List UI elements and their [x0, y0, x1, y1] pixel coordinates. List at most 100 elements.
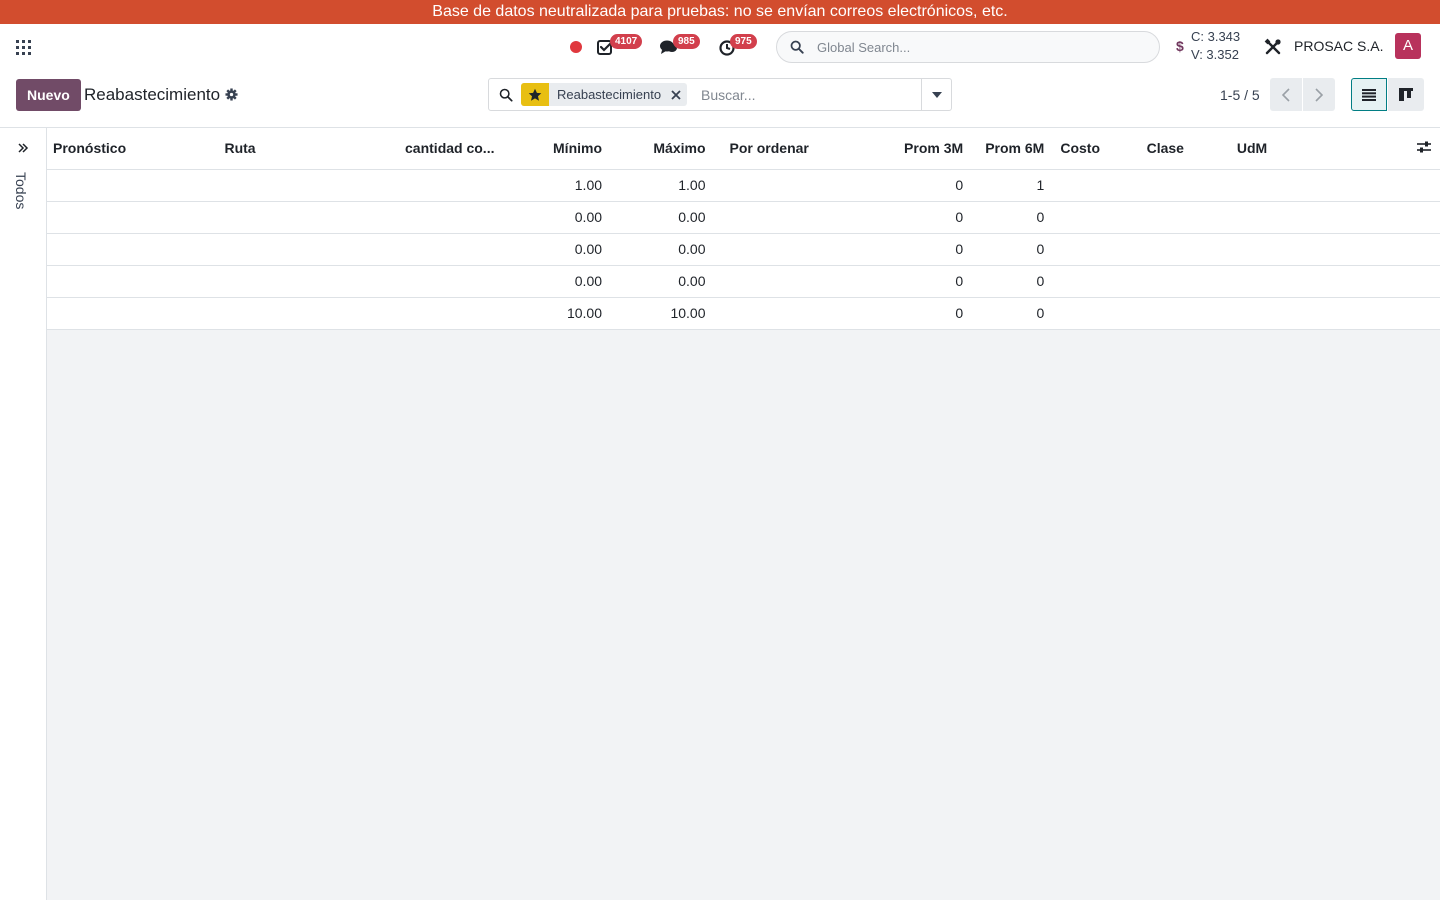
- tools-icon[interactable]: [1264, 38, 1282, 56]
- column-header-ruta[interactable]: Ruta: [218, 128, 347, 170]
- rate-buy: C: 3.343: [1191, 29, 1241, 44]
- cell-clase: [1140, 233, 1231, 266]
- cell-ruta: [218, 233, 347, 266]
- control-panel: Nuevo Reabastecimiento Reabastecimiento: [0, 70, 1440, 128]
- cell-prom-3m: 0: [817, 201, 970, 234]
- neutralized-db-banner: Base de datos neutralizada para pruebas:…: [0, 0, 1440, 24]
- timers-badge: 975: [730, 34, 757, 49]
- cell-prom-3m: 0: [817, 265, 970, 298]
- cell-pronostico: [47, 201, 219, 234]
- list-view-icon[interactable]: [1351, 78, 1387, 111]
- cell-maximo: 0.00: [608, 201, 712, 234]
- table-row[interactable]: 0.00 0.00 0 0: [47, 201, 1440, 234]
- column-header-clase[interactable]: Clase: [1140, 128, 1231, 170]
- cell-pronostico: [47, 265, 219, 298]
- cell-clase: [1140, 297, 1231, 330]
- cell-minimo: 1.00: [500, 169, 609, 202]
- table-row[interactable]: 0.00 0.00 0 0: [47, 233, 1440, 266]
- column-header-prom-6m[interactable]: Prom 6M: [969, 128, 1051, 170]
- gear-icon[interactable]: [225, 88, 238, 101]
- cell-spacer: [1408, 297, 1440, 330]
- cell-por-ordenar: [711, 233, 817, 266]
- double-chevron-right-icon[interactable]: [17, 142, 29, 154]
- new-button[interactable]: Nuevo: [16, 79, 81, 111]
- cell-spacer: [1408, 265, 1440, 298]
- user-avatar[interactable]: A: [1395, 33, 1421, 59]
- cell-costo: [1050, 201, 1141, 234]
- recording-dot-icon[interactable]: [570, 41, 582, 53]
- table-row[interactable]: 10.00 10.00 0 0: [47, 297, 1440, 330]
- cell-prom-3m: 0: [817, 169, 970, 202]
- table-row[interactable]: 0.00 0.00 0 0: [47, 265, 1440, 298]
- cell-ruta: [218, 265, 347, 298]
- cell-cantidad: [346, 297, 501, 330]
- cell-costo: [1050, 233, 1141, 266]
- search-icon[interactable]: [499, 88, 513, 102]
- cell-spacer: [1408, 201, 1440, 234]
- column-header-udm[interactable]: UdM: [1230, 128, 1409, 170]
- column-header-cantidad[interactable]: cantidad co...: [346, 128, 501, 170]
- close-icon[interactable]: [669, 83, 687, 106]
- kanban-view-icon[interactable]: [1388, 78, 1424, 111]
- cell-udm: [1230, 265, 1409, 298]
- search-box: Reabastecimiento: [488, 78, 952, 111]
- cell-prom-3m: 0: [817, 297, 970, 330]
- global-search-input[interactable]: [817, 37, 1147, 57]
- cell-ruta: [218, 169, 347, 202]
- cell-minimo: 10.00: [500, 297, 609, 330]
- column-header-pronostico[interactable]: Pronóstico: [47, 128, 219, 170]
- cell-prom-6m: 0: [969, 201, 1051, 234]
- company-switcher[interactable]: PROSAC S.A.: [1294, 38, 1383, 54]
- cell-por-ordenar: [711, 201, 817, 234]
- star-icon: [521, 83, 549, 106]
- cell-prom-6m: 1: [969, 169, 1051, 202]
- cell-costo: [1050, 297, 1141, 330]
- chevron-left-icon[interactable]: [1270, 78, 1302, 111]
- cell-prom-6m: 0: [969, 297, 1051, 330]
- table-row[interactable]: 1.00 1.00 0 1: [47, 169, 1440, 202]
- search-icon: [790, 40, 804, 54]
- cell-prom-6m: 0: [969, 233, 1051, 266]
- cell-cantidad: [346, 201, 501, 234]
- cell-por-ordenar: [711, 297, 817, 330]
- cell-pronostico: [47, 169, 219, 202]
- dollar-icon: $: [1176, 38, 1184, 54]
- cell-clase: [1140, 265, 1231, 298]
- apps-menu-icon[interactable]: [16, 40, 31, 55]
- chevron-right-icon[interactable]: [1303, 78, 1335, 111]
- cell-cantidad: [346, 233, 501, 266]
- global-search[interactable]: [776, 31, 1160, 63]
- cell-por-ordenar: [711, 265, 817, 298]
- caret-down-icon[interactable]: [921, 79, 951, 110]
- cell-pronostico: [47, 233, 219, 266]
- cell-ruta: [218, 297, 347, 330]
- cell-spacer: [1408, 169, 1440, 202]
- cell-maximo: 10.00: [608, 297, 712, 330]
- column-header-por-ordenar[interactable]: Por ordenar: [711, 128, 817, 170]
- cell-minimo: 0.00: [500, 201, 609, 234]
- cell-maximo: 0.00: [608, 265, 712, 298]
- cell-clase: [1140, 201, 1231, 234]
- top-navbar: 4107 985 975 $ C: 3.343 V: 3.352 PROSAC …: [0, 24, 1440, 70]
- cell-maximo: 1.00: [608, 169, 712, 202]
- cell-spacer: [1408, 233, 1440, 266]
- column-settings-icon[interactable]: [1408, 128, 1440, 170]
- exchange-rates: C: 3.343 V: 3.352: [1191, 28, 1240, 64]
- column-header-prom-3m[interactable]: Prom 3M: [817, 128, 970, 170]
- cell-por-ordenar: [711, 169, 817, 202]
- search-panel-label[interactable]: Todos: [13, 172, 29, 209]
- cell-minimo: 0.00: [500, 233, 609, 266]
- cell-clase: [1140, 169, 1231, 202]
- messages-badge: 985: [673, 34, 700, 49]
- column-header-minimo[interactable]: Mínimo: [500, 128, 609, 170]
- cell-pronostico: [47, 297, 219, 330]
- search-input[interactable]: [701, 85, 916, 105]
- rate-sell: V: 3.352: [1191, 47, 1239, 62]
- pager-value[interactable]: 1-5 / 5: [1220, 87, 1260, 103]
- cell-ruta: [218, 201, 347, 234]
- cell-costo: [1050, 265, 1141, 298]
- cell-prom-6m: 0: [969, 265, 1051, 298]
- column-header-costo[interactable]: Costo: [1050, 128, 1141, 170]
- search-panel: Todos: [0, 128, 47, 900]
- column-header-maximo[interactable]: Máximo: [608, 128, 712, 170]
